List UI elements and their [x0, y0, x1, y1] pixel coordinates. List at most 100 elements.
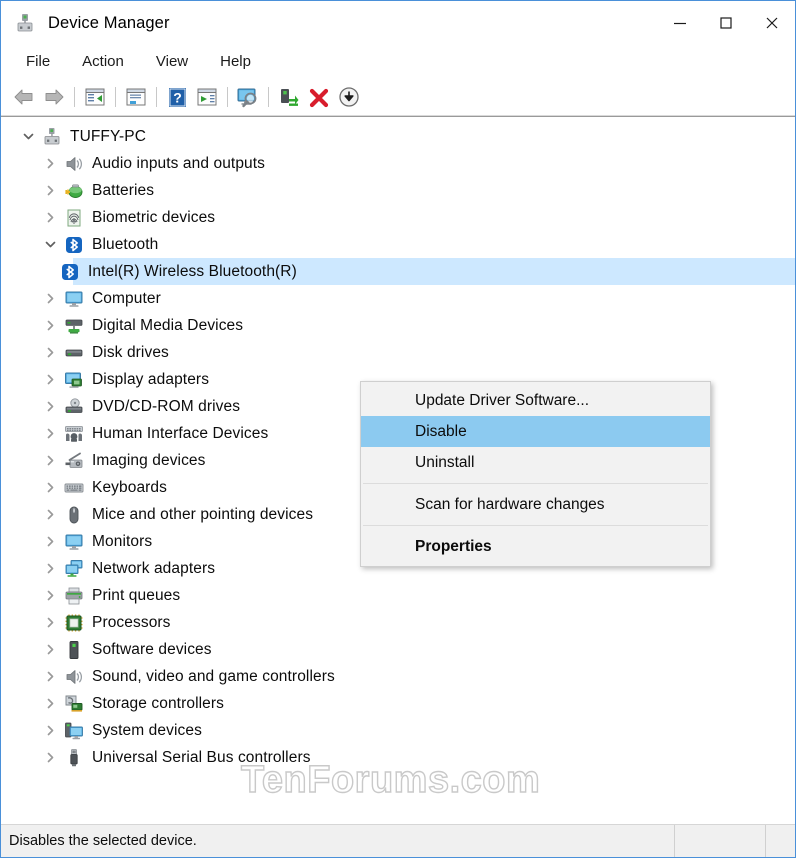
chevron-right-icon[interactable]	[37, 481, 63, 494]
chevron-right-icon[interactable]	[37, 670, 63, 683]
keyboard-icon	[63, 478, 85, 498]
tree-item-disk-drives[interactable]: Disk drives	[1, 339, 795, 366]
context-menu-separator	[363, 525, 708, 526]
chevron-right-icon[interactable]	[37, 562, 63, 575]
speaker-icon	[63, 154, 85, 174]
context-menu[interactable]: Update Driver Software... Disable Uninst…	[360, 381, 711, 567]
chevron-right-icon[interactable]	[37, 616, 63, 629]
menu-bar: File Action View Help	[1, 45, 795, 79]
chevron-right-icon[interactable]	[37, 373, 63, 386]
fingerprint-icon	[63, 208, 85, 228]
close-button[interactable]	[749, 1, 795, 45]
menu-view[interactable]: View	[144, 50, 200, 74]
chevron-right-icon[interactable]	[37, 400, 63, 413]
chevron-right-icon[interactable]	[37, 427, 63, 440]
tree-item-audio-inputs-and-outputs[interactable]: Audio inputs and outputs	[1, 150, 795, 177]
menu-help[interactable]: Help	[208, 50, 263, 74]
mouse-icon	[63, 505, 85, 525]
chevron-right-icon[interactable]	[37, 697, 63, 710]
tree-item-software-devices[interactable]: Software devices	[1, 636, 795, 663]
maximize-button[interactable]	[703, 1, 749, 45]
chevron-right-icon[interactable]	[37, 724, 63, 737]
hid-icon	[63, 424, 85, 444]
tree-item-system-devices[interactable]: System devices	[1, 717, 795, 744]
properties-icon[interactable]	[121, 82, 151, 112]
uninstall-device-icon[interactable]	[274, 82, 304, 112]
tree-item-bluetooth[interactable]: Bluetooth	[1, 231, 795, 258]
bluetooth-icon	[63, 235, 85, 255]
context-menu-item-uninstall[interactable]: Uninstall	[361, 447, 710, 478]
printer-icon	[63, 586, 85, 606]
tree-item-computer[interactable]: Computer	[1, 285, 795, 312]
tree-item-label: Network adapters	[92, 559, 216, 577]
tree-item-processors[interactable]: Processors	[1, 609, 795, 636]
chevron-down-icon[interactable]	[15, 130, 41, 143]
tree-item-label: Bluetooth	[92, 235, 159, 253]
chevron-right-icon[interactable]	[37, 157, 63, 170]
tree-item-intel-wireless-bluetooth[interactable]: Intel(R) Wireless Bluetooth(R)	[1, 258, 795, 285]
window-caption-buttons	[657, 1, 795, 45]
tree-item-label: Universal Serial Bus controllers	[92, 748, 311, 766]
chevron-right-icon[interactable]	[37, 535, 63, 548]
tree-item-label: Digital Media Devices	[92, 316, 244, 334]
network-adapter-icon	[63, 559, 85, 579]
minimize-button[interactable]	[657, 1, 703, 45]
status-message: Disables the selected device.	[1, 825, 675, 857]
computer-root-icon	[41, 127, 63, 147]
tree-item-digital-media-devices[interactable]: Digital Media Devices	[1, 312, 795, 339]
tree-item-label: Disk drives	[92, 343, 169, 361]
tree-item-label: Mice and other pointing devices	[92, 505, 314, 523]
enable-device-icon[interactable]	[334, 82, 364, 112]
help-icon[interactable]: ?	[162, 82, 192, 112]
chevron-right-icon[interactable]	[37, 751, 63, 764]
tree-item-label: Display adapters	[92, 370, 210, 388]
battery-icon	[63, 181, 85, 201]
tree-item-universal-serial-bus-controllers[interactable]: Universal Serial Bus controllers	[1, 744, 795, 771]
bluetooth-icon	[59, 262, 81, 282]
context-menu-item-update-driver-software[interactable]: Update Driver Software...	[361, 385, 710, 416]
tree-item-label: Keyboards	[92, 478, 168, 496]
chevron-right-icon[interactable]	[37, 319, 63, 332]
disable-device-icon[interactable]	[304, 82, 334, 112]
chevron-right-icon[interactable]	[37, 184, 63, 197]
tree-item-print-queues[interactable]: Print queues	[1, 582, 795, 609]
context-menu-item-scan-for-hardware-changes[interactable]: Scan for hardware changes	[361, 489, 710, 520]
camera-icon	[63, 451, 85, 471]
storage-controller-icon	[63, 694, 85, 714]
title-bar: Device Manager	[1, 1, 795, 45]
chevron-right-icon[interactable]	[37, 292, 63, 305]
tree-item-label: TUFFY-PC	[70, 127, 147, 145]
tree-item-label: DVD/CD-ROM drives	[92, 397, 241, 415]
tree-item-sound-video-and-game-controllers[interactable]: Sound, video and game controllers	[1, 663, 795, 690]
chevron-right-icon[interactable]	[37, 643, 63, 656]
menu-file[interactable]: File	[14, 50, 62, 74]
context-menu-separator	[363, 483, 708, 484]
chevron-down-icon[interactable]	[37, 238, 63, 251]
device-tree-panel[interactable]: TUFFY-PC Audio inputs and outputs Batter…	[1, 116, 795, 824]
chevron-right-icon[interactable]	[37, 211, 63, 224]
forward-icon[interactable]	[39, 82, 69, 112]
disk-drive-icon	[63, 343, 85, 363]
device-manager-window: Device Manager File Action View Help ? T…	[0, 0, 796, 858]
scan-for-hardware-changes-icon[interactable]	[233, 82, 263, 112]
software-device-icon	[63, 640, 85, 660]
tree-item-biometric-devices[interactable]: Biometric devices	[1, 204, 795, 231]
chevron-right-icon[interactable]	[37, 346, 63, 359]
chevron-right-icon[interactable]	[37, 508, 63, 521]
back-icon[interactable]	[9, 82, 39, 112]
context-menu-item-disable[interactable]: Disable	[361, 416, 710, 447]
chevron-right-icon[interactable]	[37, 454, 63, 467]
context-menu-item-properties[interactable]: Properties	[361, 531, 710, 562]
chevron-right-icon[interactable]	[37, 589, 63, 602]
menu-action[interactable]: Action	[70, 50, 136, 74]
tree-item-batteries[interactable]: Batteries	[1, 177, 795, 204]
window-title: Device Manager	[48, 13, 170, 32]
show-hide-console-tree-icon[interactable]	[80, 82, 110, 112]
tree-item-tuffy-pc[interactable]: TUFFY-PC	[1, 123, 795, 150]
processor-icon	[63, 613, 85, 633]
tree-item-storage-controllers[interactable]: Storage controllers	[1, 690, 795, 717]
monitor-icon	[63, 289, 85, 309]
update-driver-icon[interactable]	[192, 82, 222, 112]
tree-item-label: Monitors	[92, 532, 153, 550]
tree-item-label: Intel(R) Wireless Bluetooth(R)	[88, 262, 297, 280]
